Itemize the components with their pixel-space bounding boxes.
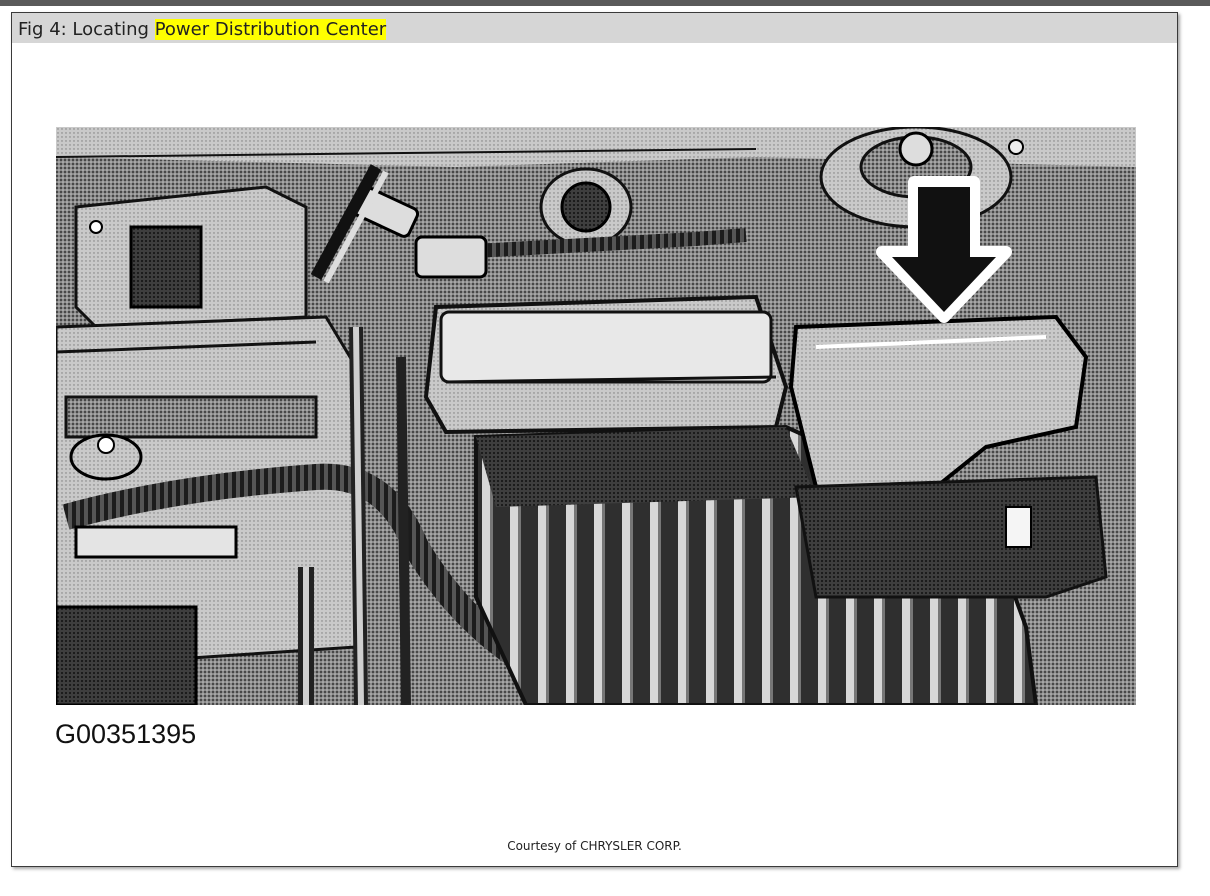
engine-compartment-illustration (56, 127, 1136, 705)
caption-highlight: Power Distribution Center (154, 19, 387, 40)
figure-caption-bar: Fig 4: Locating Power Distribution Cente… (12, 13, 1177, 43)
window-top-bar (0, 0, 1210, 6)
figure-panel: Fig 4: Locating Power Distribution Cente… (11, 12, 1178, 867)
figure-code: G00351395 (55, 719, 197, 749)
figure-caption: Fig 4: Locating Power Distribution Cente… (18, 19, 387, 40)
image-credit: Courtesy of CHRYSLER CORP. (507, 839, 682, 853)
caption-prefix: Fig 4: Locating (18, 19, 155, 40)
